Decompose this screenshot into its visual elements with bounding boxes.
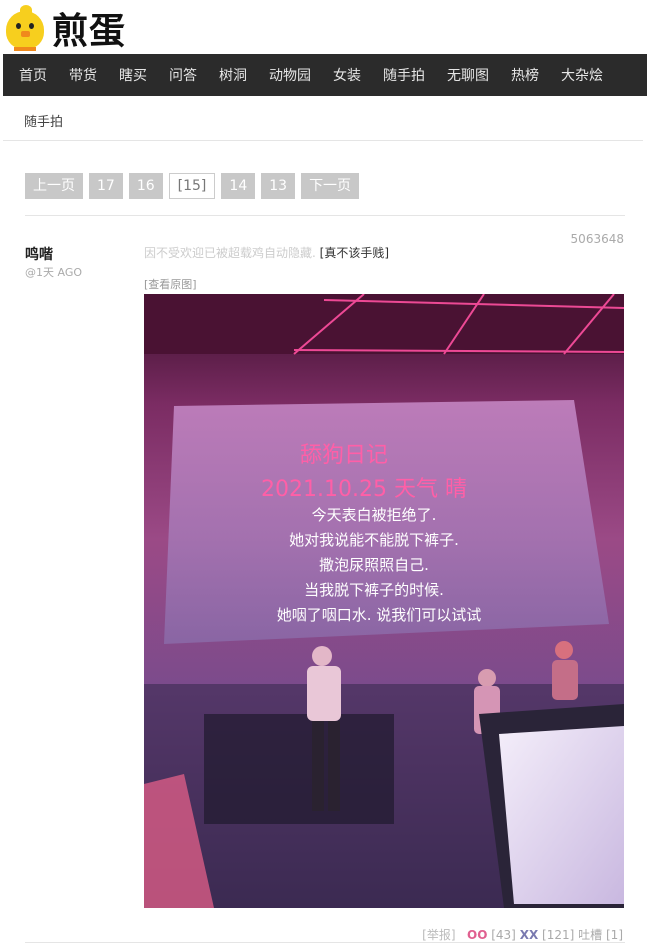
page-link[interactable]: 17 <box>89 173 123 199</box>
nav-item[interactable]: 问答 <box>169 65 197 85</box>
nav-item[interactable]: 首页 <box>19 65 47 85</box>
photo-date: 2021.10.25 天气 晴 <box>261 477 467 502</box>
post-image[interactable]: 舔狗日记 2021.10.25 天气 晴 今天表白被拒绝了. 她对我说能不能脱下… <box>144 294 624 908</box>
downvote-button[interactable]: XX <box>520 928 539 942</box>
downvote-count: [121] <box>542 928 575 942</box>
nav-item[interactable]: 树洞 <box>219 65 247 85</box>
comment-button[interactable]: 吐槽 <box>578 928 602 942</box>
nav-item[interactable]: 女装 <box>333 65 361 85</box>
current-page: [15] <box>168 173 216 199</box>
divider <box>25 215 625 216</box>
photo-line: 当我脱下裤子的时候. <box>304 581 444 599</box>
page-link[interactable]: 13 <box>261 173 296 199</box>
post-id[interactable]: 5063648 <box>571 232 624 246</box>
chick-icon <box>2 5 48 51</box>
reveal-link[interactable]: [真不该手贱] <box>320 246 389 260</box>
page-link[interactable]: 14 <box>221 173 256 199</box>
photo-line: 她对我说能不能脱下裤子. <box>289 531 459 549</box>
photo-line: 她咽了咽口水. 说我们可以试试 <box>277 606 482 624</box>
nav-item[interactable]: 大杂烩 <box>561 65 603 85</box>
photo-title: 舔狗日记 <box>300 443 388 468</box>
photo-scene: 舔狗日记 2021.10.25 天气 晴 今天表白被拒绝了. 她对我说能不能脱下… <box>144 294 624 908</box>
main-nav: 首页 带货 瞎买 问答 树洞 动物园 女装 随手拍 无聊图 热榜 大杂烩 <box>3 54 647 96</box>
report-link[interactable]: [举报] <box>422 928 455 942</box>
prev-page-button[interactable]: 上一页 <box>25 173 83 199</box>
comment-count: [1] <box>606 928 623 942</box>
upvote-count: [43] <box>491 928 516 942</box>
site-brand: 煎蛋 <box>52 11 127 52</box>
breadcrumb: 随手拍 <box>3 97 643 141</box>
post-author[interactable]: 鸣喈 <box>25 244 53 264</box>
divider <box>25 942 625 943</box>
nav-item[interactable]: 无聊图 <box>447 65 489 85</box>
hidden-notice: 因不受欢迎已被超载鸡自动隐藏. [真不该手贱] <box>144 244 389 261</box>
nav-item[interactable]: 动物园 <box>269 65 311 85</box>
nav-item[interactable]: 瞎买 <box>119 65 147 85</box>
photo-line: 今天表白被拒绝了. <box>312 506 437 524</box>
post-actions: [举报] OO [43] XX [121] 吐槽 [1] <box>422 926 623 943</box>
page-link[interactable]: 16 <box>128 173 163 199</box>
view-original-link[interactable]: [查看原图] <box>144 276 197 292</box>
hidden-notice-text: 因不受欢迎已被超载鸡自动隐藏. <box>144 246 316 260</box>
site-logo[interactable]: 煎蛋 <box>2 2 126 54</box>
breadcrumb-label[interactable]: 随手拍 <box>24 111 63 130</box>
next-page-button[interactable]: 下一页 <box>301 173 360 199</box>
photo-line: 撒泡尿照照自己. <box>319 556 429 574</box>
nav-item[interactable]: 热榜 <box>511 65 539 85</box>
pagination: 上一页 17 16 [15] 14 13 下一页 <box>25 173 360 199</box>
post-time: @1天 AGO <box>25 266 83 279</box>
nav-item[interactable]: 随手拍 <box>383 65 425 85</box>
upvote-button[interactable]: OO <box>467 928 487 942</box>
nav-item[interactable]: 带货 <box>69 65 97 85</box>
